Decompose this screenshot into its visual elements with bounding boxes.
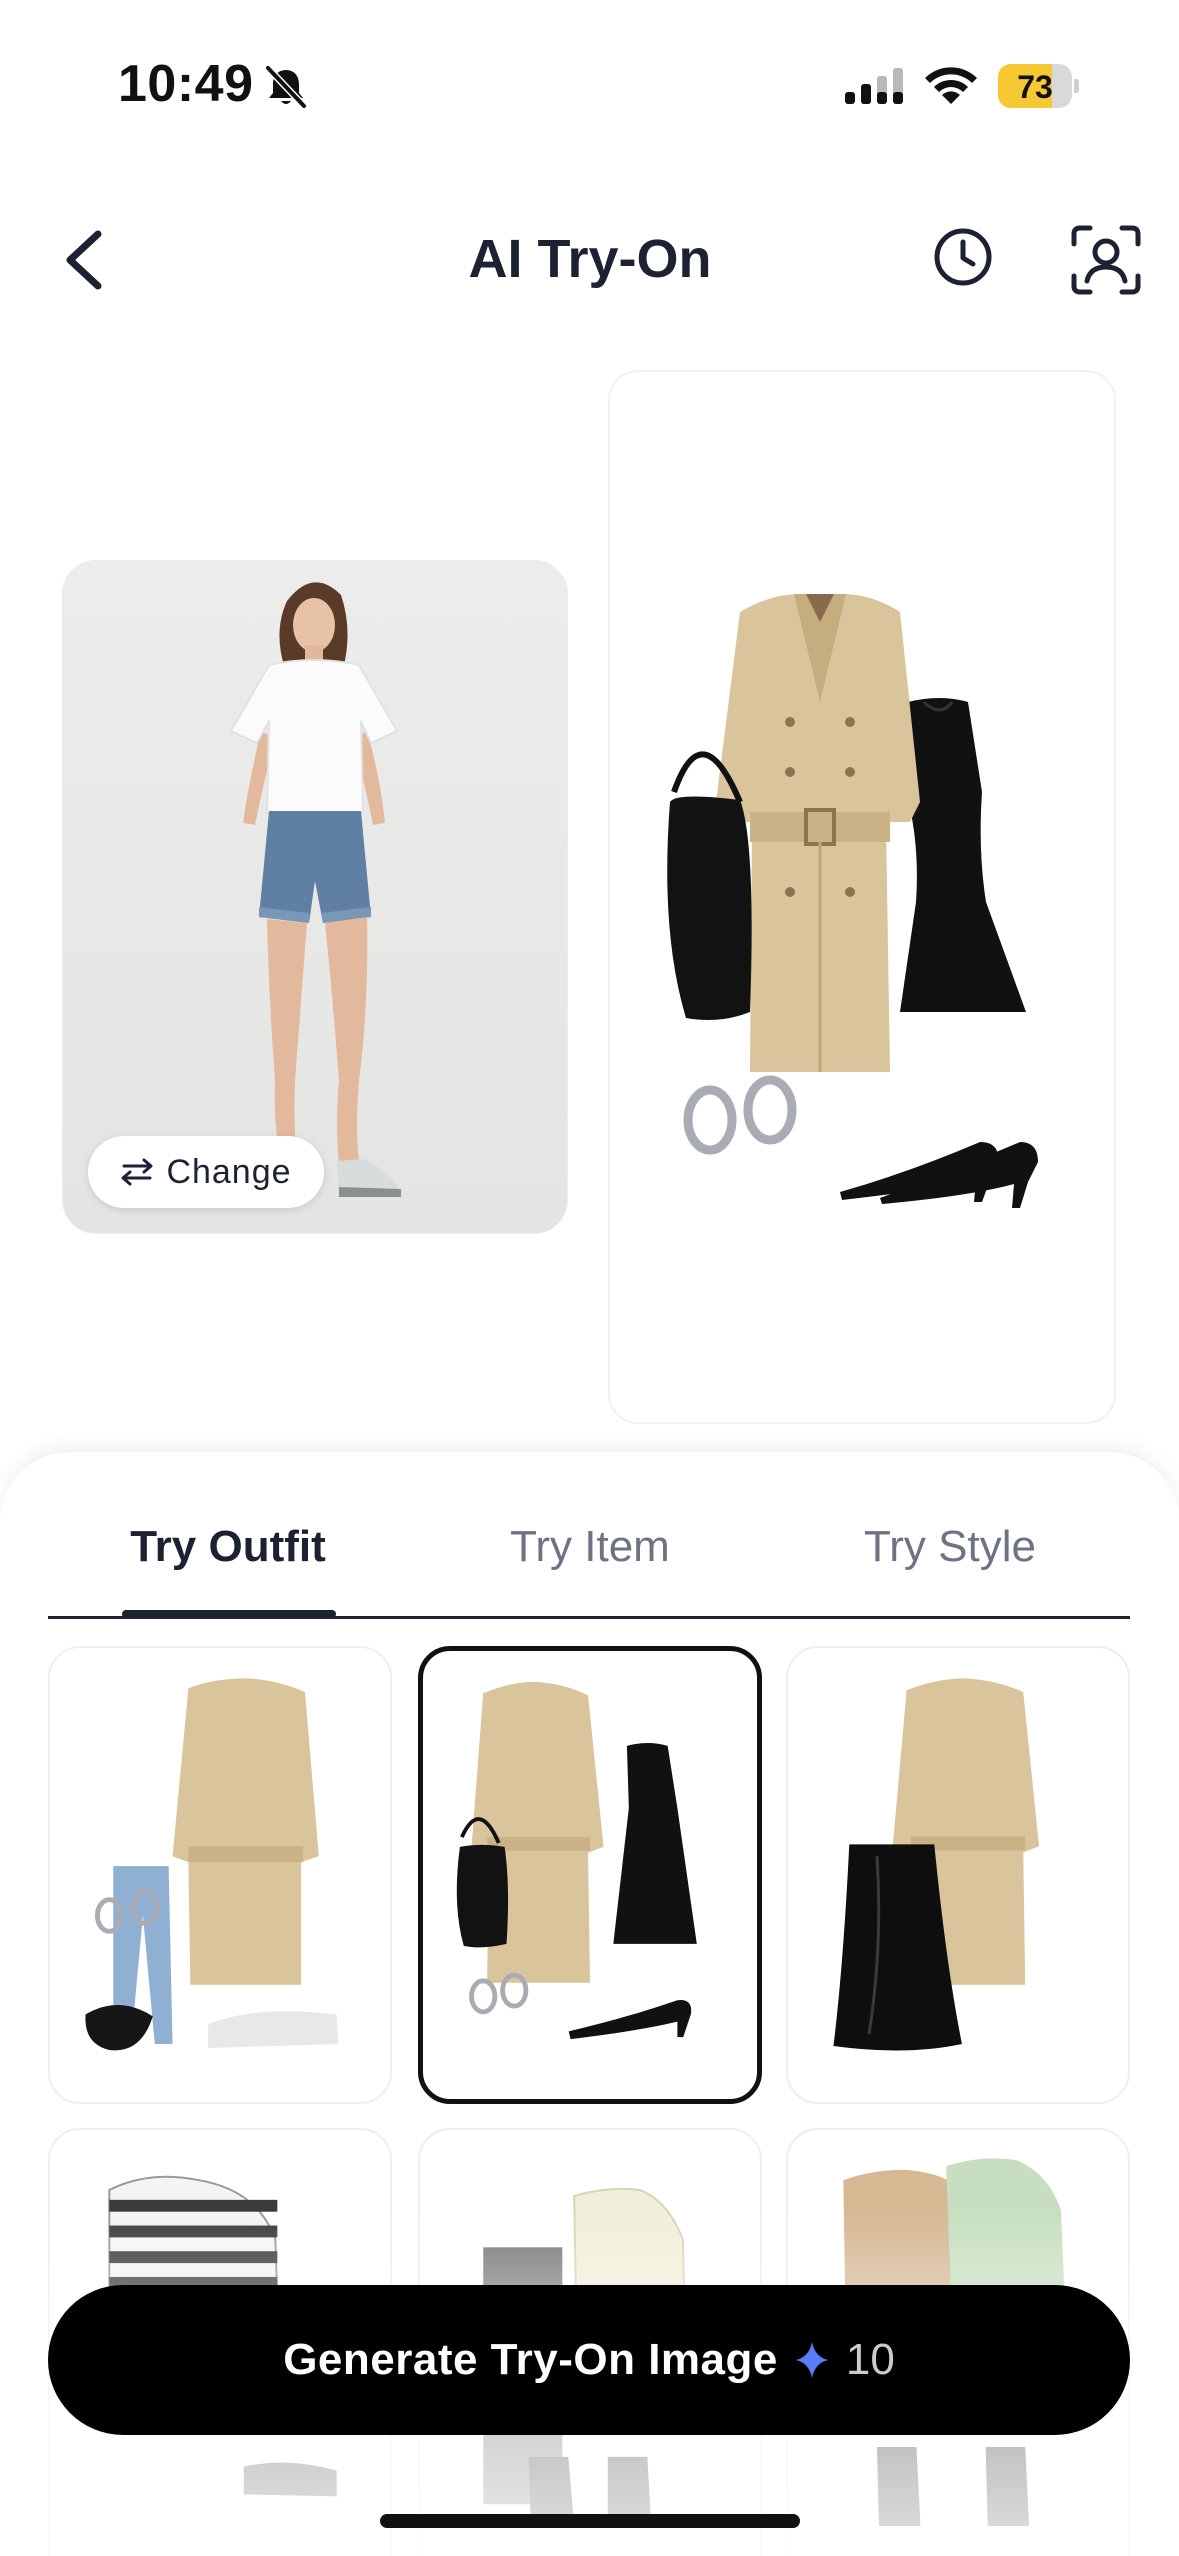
battery-level: 73 [1017,69,1053,105]
face-scan-icon[interactable] [1070,224,1142,296]
tab-try-item[interactable]: Try Item [420,1522,760,1572]
generate-try-on-button[interactable]: Generate Try-On Image 10 [48,2285,1130,2435]
outfit-tile-2[interactable] [418,1646,762,2104]
status-bar: 10:49 73 [0,0,1179,170]
wifi-icon [925,67,977,104]
black-hobo-bag [667,751,752,1020]
tab-try-style[interactable]: Try Style [780,1522,1120,1572]
bell-slash-icon [265,65,307,109]
outfit-tile-3[interactable] [786,1646,1130,2104]
credit-cost: 10 [845,2335,895,2384]
tab-try-outfit[interactable]: Try Outfit [58,1522,398,1572]
outfit-tile-1[interactable] [48,1646,392,2104]
outfit-tile-1-image [85,1678,339,2051]
black-kitten-heel-pumps [840,1142,1038,1208]
history-clock-icon[interactable] [930,224,996,290]
page-title: AI Try-On [468,229,712,289]
outfit-preview [608,370,1116,1424]
change-label: Change [166,1152,292,1191]
cellular-signal-icon [845,68,903,104]
silver-hoop-earrings [683,1075,797,1155]
outfit-tile-2-image [456,1681,697,2040]
active-tab-indicator [122,1610,336,1618]
change-model-button[interactable]: Change [88,1136,324,1208]
generate-label: Generate Try-On Image [283,2335,778,2384]
model-figure [229,582,401,1197]
outfit-tile-3-image [833,1678,1040,2051]
battery-icon: 73 [998,64,1079,108]
status-time: 10:49 [118,55,254,113]
chevron-left-icon[interactable] [52,222,122,298]
swap-arrows-icon [121,1158,153,1186]
home-indicator [380,2514,800,2528]
black-dress [900,698,1026,1012]
outfit-preview-image [667,594,1038,1208]
sparkle-icon [795,2342,828,2378]
model-photo [62,560,568,1234]
